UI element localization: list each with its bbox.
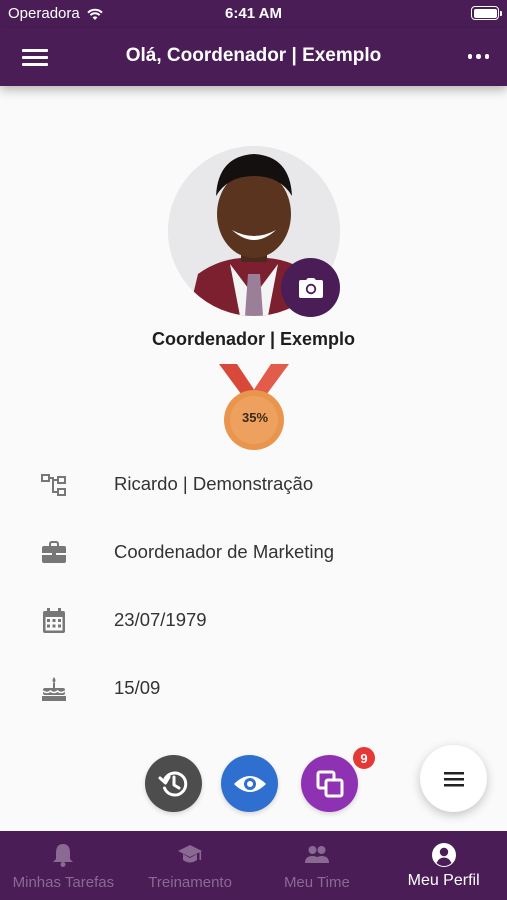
medal-icon	[219, 364, 289, 450]
info-row-birthday: 15/09	[0, 668, 507, 708]
more-options-button[interactable]	[467, 54, 489, 59]
info-row-role: Coordenador de Marketing	[0, 532, 507, 572]
calendar-icon	[43, 608, 65, 633]
briefcase-icon	[42, 541, 66, 563]
nav-tab-treinamento[interactable]: Treinamento	[127, 831, 254, 900]
profile-name: Coordenador | Exemplo	[151, 329, 356, 349]
fab-menu-button[interactable]	[420, 745, 487, 812]
page-title: Olá, Coordenador | Exemplo	[125, 45, 382, 66]
history-icon	[158, 771, 187, 796]
app-bar: Olá, Coordenador | Exemplo	[0, 28, 507, 86]
info-organization: Ricardo | Demonstração	[114, 473, 314, 494]
nav-label-meu-time: Meu Time	[283, 874, 350, 891]
nav-tab-meu-perfil[interactable]: Meu Perfil	[380, 831, 507, 900]
bottom-navigation: Minhas Tarefas Treinamento Meu Time Meu …	[0, 831, 507, 900]
nav-label-minhas-tarefas: Minhas Tarefas	[12, 874, 115, 891]
info-row-organization: Ricardo | Demonstração	[0, 464, 507, 504]
copy-button[interactable]	[301, 755, 358, 812]
birthday-cake-icon	[42, 677, 66, 701]
graduation-cap-icon	[178, 845, 203, 863]
nav-label-treinamento: Treinamento	[148, 874, 232, 891]
status-bar: Operadora 6:41 AM	[0, 0, 507, 28]
notification-badge: 9	[352, 746, 376, 770]
account-circle-icon	[431, 843, 456, 867]
org-chart-icon	[41, 474, 66, 496]
nav-label-meu-perfil: Meu Perfil	[407, 872, 480, 889]
clock: 6:41 AM	[225, 5, 282, 22]
battery-icon	[471, 6, 502, 20]
view-button[interactable]	[221, 755, 278, 812]
team-icon	[304, 846, 329, 863]
history-button[interactable]	[145, 755, 202, 812]
bell-icon	[53, 844, 74, 867]
medal-percent: 35%	[241, 410, 269, 425]
eye-icon	[233, 775, 266, 792]
nav-tab-meu-time[interactable]: Meu Time	[254, 831, 381, 900]
info-row-birthdate: 23/07/1979	[0, 600, 507, 640]
info-birthday: 15/09	[114, 677, 161, 698]
camera-icon	[298, 277, 323, 298]
info-role: Coordenador de Marketing	[114, 541, 335, 562]
info-birthdate: 23/07/1979	[114, 609, 207, 630]
copy-icon	[316, 770, 343, 797]
change-photo-button[interactable]	[281, 258, 340, 317]
menu-icon	[443, 771, 464, 786]
nav-tab-minhas-tarefas[interactable]: Minhas Tarefas	[0, 831, 127, 900]
